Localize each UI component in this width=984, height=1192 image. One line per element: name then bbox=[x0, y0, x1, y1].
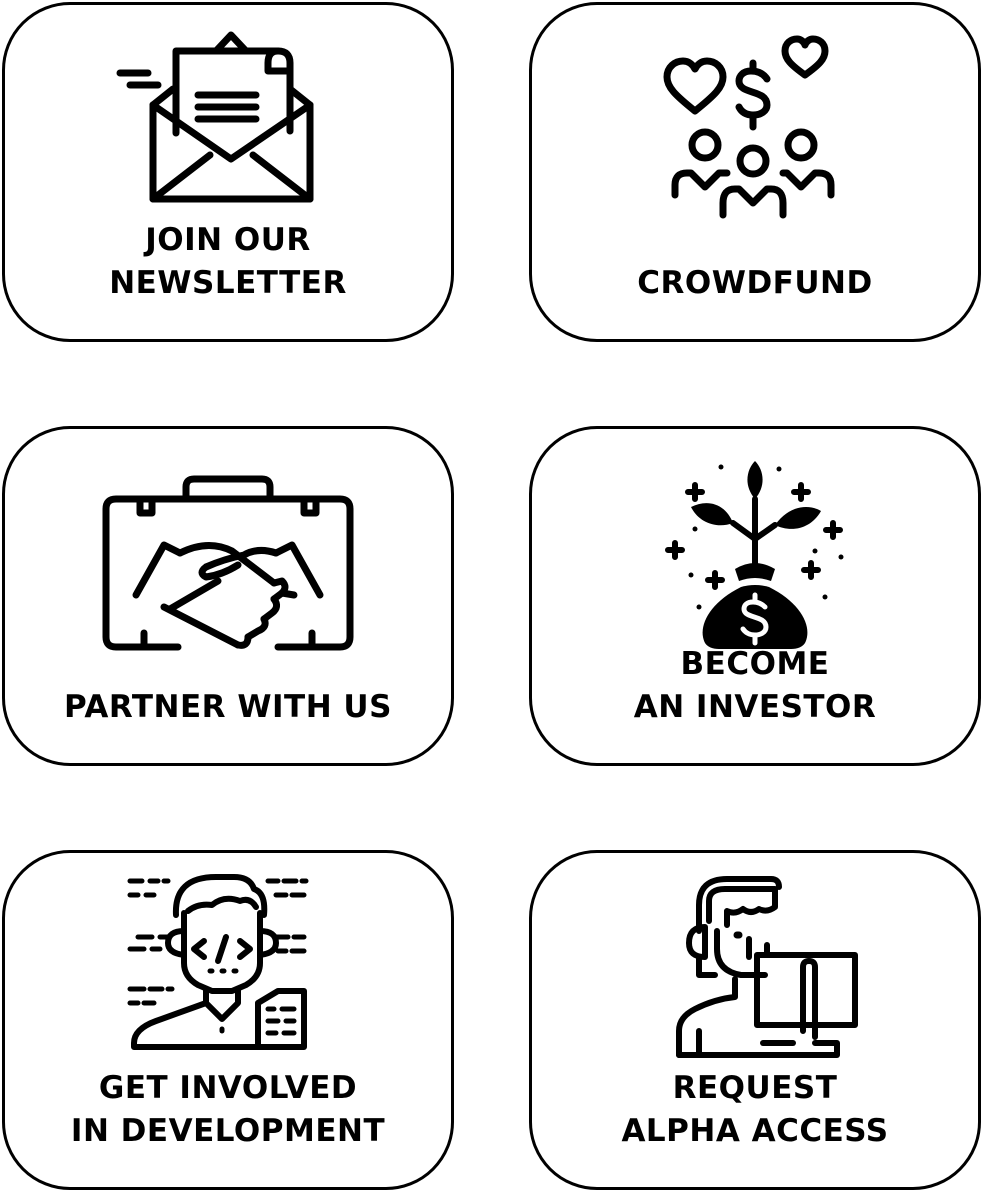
alpha-access-label-line-2: ALPHA ACCESS bbox=[621, 1113, 889, 1149]
support-agent-monitor-icon bbox=[532, 871, 978, 1071]
investor-label: BECOME AN INVESTOR bbox=[532, 643, 978, 729]
briefcase-handshake-icon bbox=[5, 447, 451, 651]
partner-label-line-1: PARTNER WITH US bbox=[64, 689, 392, 725]
crowdfund-card[interactable]: CROWDFUND bbox=[529, 2, 981, 342]
crowdfund-label: CROWDFUND bbox=[532, 262, 978, 305]
crowdfund-label-line-1: CROWDFUND bbox=[637, 265, 873, 301]
newsletter-card[interactable]: JOIN OUR NEWSLETTER bbox=[2, 2, 454, 342]
partner-card[interactable]: PARTNER WITH US bbox=[2, 426, 454, 766]
development-card[interactable]: GET INVOLVED IN DEVELOPMENT bbox=[2, 850, 454, 1190]
investor-label-line-1: BECOME bbox=[680, 646, 830, 682]
developer-code-icon bbox=[5, 871, 451, 1071]
newsletter-label: JOIN OUR NEWSLETTER bbox=[5, 219, 451, 305]
newsletter-label-line-1: JOIN OUR bbox=[145, 222, 311, 258]
investor-card[interactable]: BECOME AN INVESTOR bbox=[529, 426, 981, 766]
money-bag-plant-icon bbox=[532, 447, 978, 649]
alpha-access-card[interactable]: REQUEST ALPHA ACCESS bbox=[529, 850, 981, 1190]
development-label: GET INVOLVED IN DEVELOPMENT bbox=[5, 1067, 451, 1153]
development-label-line-1: GET INVOLVED bbox=[98, 1070, 358, 1106]
newsletter-label-line-2: NEWSLETTER bbox=[109, 265, 347, 301]
envelope-letter-icon bbox=[5, 23, 451, 223]
alpha-access-label-line-1: REQUEST bbox=[672, 1070, 838, 1106]
development-label-line-2: IN DEVELOPMENT bbox=[70, 1113, 386, 1149]
investor-label-line-2: AN INVESTOR bbox=[633, 689, 877, 725]
crowd-hearts-dollar-icon bbox=[532, 23, 978, 223]
alpha-access-label: REQUEST ALPHA ACCESS bbox=[532, 1067, 978, 1153]
partner-label: PARTNER WITH US bbox=[5, 686, 451, 729]
